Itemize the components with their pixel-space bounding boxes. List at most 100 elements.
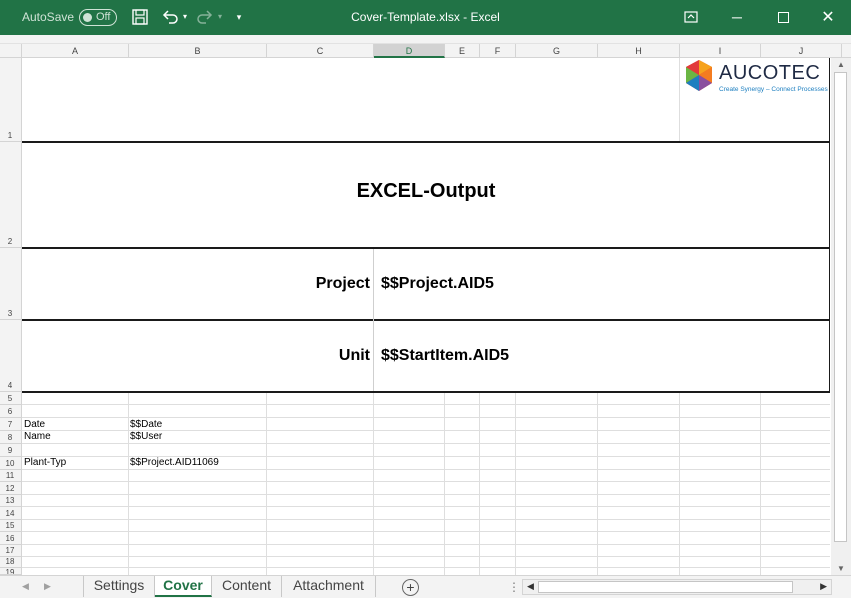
row-number: 17 xyxy=(5,546,15,555)
row-number: 19 xyxy=(5,568,15,575)
formula-bar-collapsed xyxy=(0,35,851,44)
plant-type-value: $$Project.AID11069 xyxy=(130,457,219,468)
date-value: $$Date xyxy=(130,419,163,430)
row-number: 11 xyxy=(5,471,15,480)
select-all-corner[interactable] xyxy=(0,44,22,58)
gridline xyxy=(22,519,830,520)
gridline xyxy=(22,531,830,532)
date-label: Date xyxy=(24,419,46,430)
row-header-2[interactable]: 2 xyxy=(0,142,22,248)
scroll-left-icon[interactable]: ◀ xyxy=(527,581,534,592)
row-number: 6 xyxy=(7,407,13,416)
row-number: 10 xyxy=(5,459,15,468)
scroll-down-icon[interactable]: ▼ xyxy=(831,564,851,573)
ribbon-display-icon[interactable] xyxy=(668,0,714,35)
row-number: 4 xyxy=(7,381,13,390)
gridline xyxy=(22,443,830,444)
row-header-7[interactable]: 7 xyxy=(0,418,22,431)
tab-scroll-right-icon[interactable]: ▶ xyxy=(44,581,51,592)
row-header-13[interactable]: 13 xyxy=(0,495,22,507)
column-header-e[interactable]: E xyxy=(445,44,480,58)
vertical-scrollbar[interactable]: ▲ ▼ xyxy=(831,58,851,575)
tab-attachment[interactable]: Attachment xyxy=(282,576,376,597)
gridline xyxy=(22,481,830,482)
close-icon[interactable]: ✕ xyxy=(805,0,851,35)
worksheet-grid[interactable]: AUCOTEC Create Synergy – Connect Process… xyxy=(22,58,830,575)
column-header-f[interactable]: F xyxy=(480,44,516,58)
gridline xyxy=(373,249,374,391)
tab-settings[interactable]: Settings xyxy=(83,576,155,597)
row-number: 12 xyxy=(5,484,15,493)
column-header-i[interactable]: I xyxy=(680,44,761,58)
scroll-right-icon[interactable]: ▶ xyxy=(820,581,827,592)
project-value: $$Project.AID5 xyxy=(381,275,494,292)
add-sheet-icon[interactable]: + xyxy=(402,579,419,596)
gridline xyxy=(679,392,680,575)
row-number: 7 xyxy=(7,420,13,429)
minimize-icon[interactable]: ─ xyxy=(714,0,760,35)
column-header-g[interactable]: G xyxy=(516,44,598,58)
row-header-1[interactable]: 1 xyxy=(0,58,22,142)
gridline xyxy=(22,469,830,470)
logo-tagline: Create Synergy – Connect Processes xyxy=(719,86,828,93)
row-header-6[interactable]: 6 xyxy=(0,405,22,418)
horizontal-scroll-thumb[interactable] xyxy=(538,581,793,593)
horizontal-scrollbar[interactable]: ◀ ▶ xyxy=(522,579,832,595)
maximize-icon[interactable] xyxy=(760,0,806,35)
gridline xyxy=(444,392,445,575)
plant-type-label: Plant-Typ xyxy=(24,457,67,468)
row-header-16[interactable]: 16 xyxy=(0,532,22,545)
column-header-j[interactable]: J xyxy=(761,44,842,58)
gridline xyxy=(128,392,129,575)
row-number: 16 xyxy=(5,534,15,543)
title-bar: AutoSave Off ▾ ▾ ▾ Cover-Template.xlsx -… xyxy=(0,0,851,35)
row-header-15[interactable]: 15 xyxy=(0,520,22,532)
border-line xyxy=(22,391,830,393)
row-header-9[interactable]: 9 xyxy=(0,444,22,457)
row-number: 1 xyxy=(7,131,13,140)
tab-content[interactable]: Content xyxy=(212,576,282,597)
border-line xyxy=(22,247,830,249)
column-header-a[interactable]: A xyxy=(22,44,129,58)
gridline xyxy=(22,544,830,545)
row-header-11[interactable]: 11 xyxy=(0,470,22,482)
row-number: 8 xyxy=(7,433,13,442)
gridline xyxy=(22,556,830,557)
row-header-14[interactable]: 14 xyxy=(0,507,22,520)
unit-label: Unit xyxy=(338,347,370,364)
row-number: 18 xyxy=(5,557,15,566)
sheet-tab-bar: ◀ ▶ Settings Cover Content Attachment + … xyxy=(0,575,851,598)
row-number: 3 xyxy=(7,309,13,318)
row-number: 9 xyxy=(7,446,13,455)
splitter-handle-icon[interactable]: ⋮ xyxy=(508,580,520,594)
gridline xyxy=(597,392,598,575)
row-header-19[interactable]: 19 xyxy=(0,568,22,575)
border-line xyxy=(829,58,830,392)
scroll-up-icon[interactable]: ▲ xyxy=(831,60,851,69)
border-line xyxy=(22,141,830,143)
column-header-c[interactable]: C xyxy=(267,44,374,58)
row-header-12[interactable]: 12 xyxy=(0,482,22,495)
row-header-10[interactable]: 10 xyxy=(0,457,22,470)
gridline xyxy=(22,506,830,507)
logo-wordmark: AUCOTEC xyxy=(719,62,821,84)
aucotec-logo-mark-icon xyxy=(686,60,712,91)
gridline xyxy=(479,392,480,575)
row-header-3[interactable]: 3 xyxy=(0,248,22,320)
column-header-h[interactable]: H xyxy=(598,44,680,58)
gridline xyxy=(22,404,830,405)
column-header-d[interactable]: D xyxy=(374,44,445,58)
tab-cover[interactable]: Cover xyxy=(155,576,212,597)
row-header-5[interactable]: 5 xyxy=(0,392,22,405)
column-header-b[interactable]: B xyxy=(129,44,267,58)
row-header-18[interactable]: 18 xyxy=(0,557,22,568)
row-header-17[interactable]: 17 xyxy=(0,545,22,557)
gridline xyxy=(22,494,830,495)
row-header-4[interactable]: 4 xyxy=(0,320,22,392)
vertical-scroll-thumb[interactable] xyxy=(834,72,847,542)
tab-scroll-left-icon[interactable]: ◀ xyxy=(22,581,29,592)
row-header-8[interactable]: 8 xyxy=(0,431,22,444)
name-value: $$User xyxy=(130,431,163,442)
unit-value: $$StartItem.AID5 xyxy=(381,347,510,364)
row-number: 5 xyxy=(7,394,13,403)
